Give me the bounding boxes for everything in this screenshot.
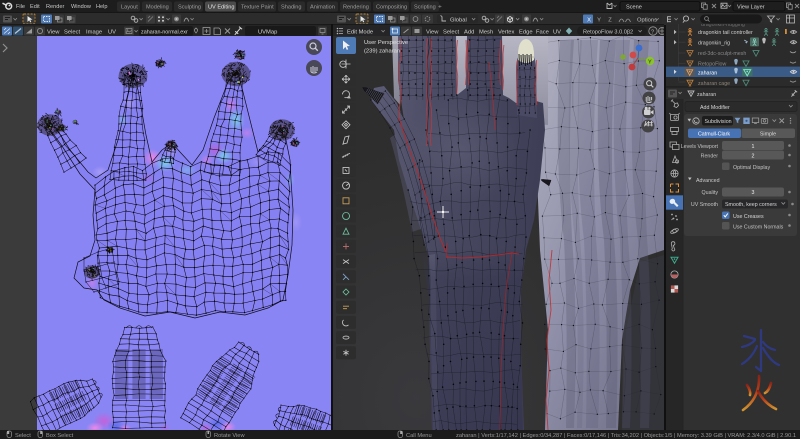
svg-text:RetopoFlow 3.0.0β2: RetopoFlow 3.0.0β2 [583, 29, 633, 35]
svg-text:Compositing: Compositing [376, 5, 407, 11]
svg-text:dragonkin_rig: dragonkin_rig [698, 40, 730, 46]
svg-text:zaharan: zaharan [698, 70, 717, 76]
svg-text:Quality: Quality [702, 190, 719, 196]
svg-text:Rendering: Rendering [343, 5, 369, 11]
svg-text:Animation: Animation [310, 5, 335, 11]
svg-text:2: 2 [752, 153, 755, 159]
svg-text:User Perspective: User Perspective [364, 40, 408, 46]
svg-text:Rotate View: Rotate View [214, 433, 245, 439]
svg-text:Edit Mode: Edit Mode [347, 29, 373, 35]
svg-text:Shading: Shading [281, 5, 302, 11]
svg-text:?: ? [651, 30, 654, 36]
svg-text:Smooth, keep corners: Smooth, keep corners [725, 202, 777, 208]
svg-text:File: File [16, 4, 25, 10]
svg-text:+: + [438, 4, 442, 11]
svg-text:Call Menu: Call Menu [406, 433, 432, 439]
svg-text:Scripting: Scripting [414, 5, 436, 11]
svg-text:View: View [426, 29, 439, 35]
svg-text:Scene: Scene [626, 5, 642, 11]
svg-text:zaharan | Verts:1/17,142 | Edg: zaharan | Verts:1/17,142 | Edges:0/34,28… [456, 433, 796, 439]
svg-text:Advanced: Advanced [696, 178, 720, 184]
svg-text:zaharan-normal.exr: zaharan-normal.exr [141, 29, 188, 35]
svg-text:Mesh: Mesh [479, 29, 493, 35]
svg-text:UV Editing: UV Editing [208, 5, 234, 11]
svg-text:Add: Add [464, 29, 474, 35]
svg-text:(239) zaharan: (239) zaharan [364, 49, 400, 55]
svg-text:zaharan cage: zaharan cage [698, 81, 730, 87]
svg-text:Catmull-Clark: Catmull-Clark [698, 132, 730, 138]
svg-text:Y: Y [597, 17, 601, 23]
svg-text:Box Select: Box Select [46, 433, 74, 439]
svg-text:Modeling: Modeling [146, 5, 169, 11]
svg-text:Edge: Edge [519, 29, 533, 35]
svg-text:Select: Select [15, 433, 31, 439]
svg-text:dragonkin-hugging: dragonkin-hugging [701, 24, 745, 28]
svg-text:Image: Image [86, 29, 102, 35]
svg-text:Select: Select [64, 29, 81, 35]
svg-text:Edit: Edit [30, 4, 40, 10]
svg-text:zaharan: zaharan [697, 92, 716, 98]
svg-text:UV: UV [553, 29, 561, 35]
svg-text:Vertex: Vertex [498, 29, 515, 35]
svg-text:Y: Y [648, 60, 652, 66]
svg-text:Global: Global [450, 17, 467, 23]
svg-text:Simple: Simple [760, 132, 776, 138]
svg-text:Render: Render [46, 4, 64, 10]
svg-text:Levels Viewport: Levels Viewport [681, 144, 719, 150]
svg-text:Sculpting: Sculpting [178, 5, 201, 11]
svg-text:Use Creases: Use Creases [733, 214, 764, 220]
svg-text:UV: UV [108, 29, 116, 35]
svg-text:Options: Options [637, 17, 657, 23]
svg-text:UVMap: UVMap [258, 29, 277, 35]
svg-text:Subdivision: Subdivision [705, 119, 732, 125]
svg-text:1: 1 [752, 144, 755, 150]
svg-text:UV Smooth: UV Smooth [691, 202, 718, 208]
svg-text:Window: Window [71, 4, 92, 10]
svg-text:Add Modifier: Add Modifier [700, 105, 730, 111]
svg-text:Optimal Display: Optimal Display [733, 165, 770, 171]
svg-text:dragonkin tail controller: dragonkin tail controller [698, 30, 753, 36]
svg-text:3: 3 [752, 190, 755, 196]
svg-text:X: X [587, 17, 591, 23]
svg-text:Face: Face [536, 29, 549, 35]
svg-text:Z: Z [608, 17, 612, 23]
svg-text:View Layer: View Layer [737, 5, 765, 11]
svg-text:Help: Help [96, 4, 108, 10]
svg-text:Texture Paint: Texture Paint [241, 5, 274, 11]
svg-text:Layout: Layout [121, 5, 138, 11]
svg-text:red-3dc-sculpt-mesh: red-3dc-sculpt-mesh [698, 51, 746, 57]
svg-text:Render: Render [701, 153, 719, 159]
svg-text:View: View [47, 29, 60, 35]
svg-text:Use Custom Normals: Use Custom Normals [733, 224, 784, 230]
svg-text:Select: Select [443, 29, 460, 35]
